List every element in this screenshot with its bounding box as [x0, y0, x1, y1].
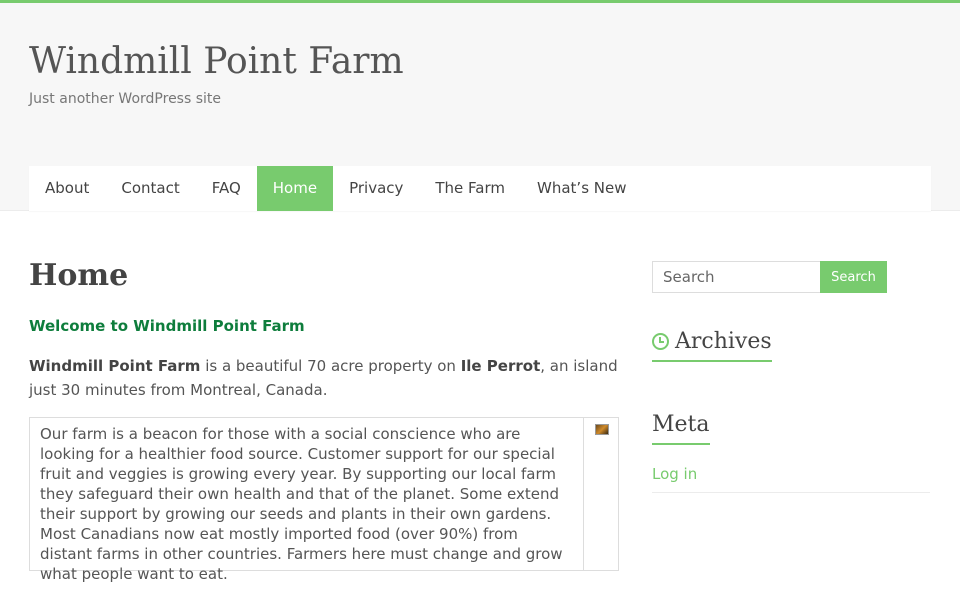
intro-bold-island: Ile Perrot — [460, 357, 541, 375]
image-cell — [584, 418, 618, 570]
nav-item-home[interactable]: Home — [256, 166, 334, 211]
farm-thumbnail-image[interactable] — [595, 424, 609, 435]
nav-item-about[interactable]: About — [29, 166, 105, 211]
site-tagline: Just another WordPress site — [29, 91, 222, 107]
content-table: Our farm is a beacon for those with a so… — [29, 417, 619, 583]
meta-widget-title: Meta — [652, 412, 710, 445]
nav-item-faq[interactable]: FAQ — [196, 166, 257, 211]
site-header: Windmill Point Farm Just another WordPre… — [0, 3, 960, 211]
site-title[interactable]: Windmill Point Farm — [29, 41, 404, 82]
search-input[interactable] — [652, 261, 822, 293]
welcome-heading: Welcome to Windmill Point Farm — [29, 317, 305, 335]
archives-widget-title: Archives — [652, 329, 772, 362]
meta-title-text: Meta — [652, 412, 710, 437]
nav-item-contact[interactable]: Contact — [105, 166, 195, 211]
nav-item-the-farm[interactable]: The Farm — [419, 166, 521, 211]
farm-description: Our farm is a beacon for those with a so… — [30, 418, 584, 583]
meta-divider — [652, 492, 930, 493]
nav-item-whats-new[interactable]: What’s New — [521, 166, 642, 211]
intro-paragraph: Windmill Point Farm is a beautiful 70 ac… — [29, 354, 619, 402]
search-button[interactable]: Search — [820, 261, 887, 293]
clock-icon — [652, 333, 669, 350]
page-title: Home — [29, 258, 129, 293]
archives-title-text: Archives — [675, 329, 772, 354]
main-navigation: About Contact FAQ Home Privacy The Farm … — [29, 166, 931, 211]
intro-bold-farm: Windmill Point Farm — [29, 357, 201, 375]
nav-item-privacy[interactable]: Privacy — [333, 166, 419, 211]
intro-text-1: is a beautiful 70 acre property on — [200, 357, 461, 375]
login-link[interactable]: Log in — [652, 465, 697, 483]
